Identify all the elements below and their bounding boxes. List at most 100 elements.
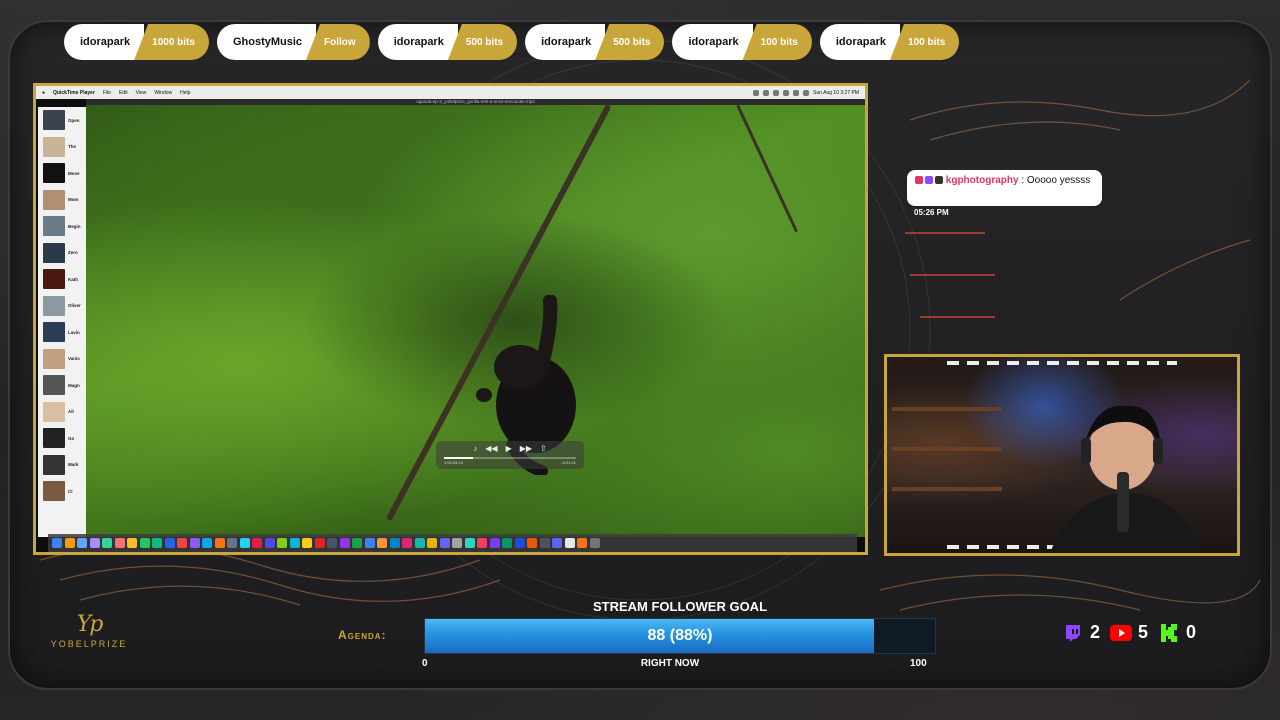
dock-app-icon[interactable] <box>339 538 350 548</box>
dock-app-icon[interactable] <box>389 538 400 548</box>
menubar-clock[interactable]: Sun Aug 10 3:27 PM <box>813 90 859 96</box>
dock-app-icon[interactable] <box>539 538 550 548</box>
sidebar-file-item[interactable]: All <box>38 399 86 426</box>
video-frame[interactable]: ♪ ◀◀ ▶ ▶▶ ⇧ 1:00:34:14 -0:01:21 <box>86 105 865 537</box>
twitch-count-value: 2 <box>1090 622 1101 642</box>
apple-icon[interactable]: ● <box>42 90 45 96</box>
dock-app-icon[interactable] <box>552 538 562 548</box>
channel-logo: Yp YOBELPRIZE <box>44 612 134 660</box>
dock-app-icon[interactable] <box>377 538 387 548</box>
dock-app-icon[interactable] <box>352 538 362 548</box>
status-icon[interactable] <box>753 89 760 96</box>
dock-app-icon[interactable] <box>164 538 175 548</box>
dock-app-icon[interactable] <box>589 538 600 548</box>
dock-app-icon[interactable] <box>364 538 375 548</box>
broadcaster-badge-icon <box>915 176 923 185</box>
event-pill: idorapark 100 bits <box>819 24 960 60</box>
file-name: Kath <box>68 276 78 282</box>
sidebar-file-item[interactable]: Kath <box>38 266 86 293</box>
dock-app-icon[interactable] <box>477 538 487 548</box>
shelf <box>892 407 1002 411</box>
dock-app-icon[interactable] <box>264 538 275 548</box>
dock-app-icon[interactable] <box>77 538 87 548</box>
play-button[interactable]: ▶ <box>506 444 512 453</box>
dock-app-icon[interactable] <box>527 538 537 548</box>
dock-app-icon[interactable] <box>502 538 512 548</box>
dock-app-icon[interactable] <box>202 538 212 548</box>
file-thumbnail <box>43 401 65 422</box>
dock-app-icon[interactable] <box>239 538 250 548</box>
status-icon[interactable] <box>793 89 800 96</box>
youtube-icon <box>1110 623 1133 643</box>
dock-app-icon[interactable] <box>427 538 437 548</box>
sidebar-file-item[interactable]: Mom <box>38 187 86 214</box>
status-icon[interactable] <box>763 89 770 96</box>
dock-app-icon[interactable] <box>489 538 500 548</box>
dock-app-icon[interactable] <box>277 538 287 548</box>
sidebar-file-item[interactable]: Open <box>38 107 86 134</box>
scrubber[interactable] <box>444 457 576 459</box>
fast-forward-button[interactable]: ▶▶ <box>520 444 532 453</box>
file-thumbnail <box>43 454 65 475</box>
playback-controls[interactable]: ♪ ◀◀ ▶ ▶▶ ⇧ 1:00:34:14 -0:01:21 <box>436 441 584 469</box>
dock-app-icon[interactable] <box>452 538 462 548</box>
file-name: Begin <box>68 223 81 229</box>
dock-app-icon[interactable] <box>564 538 575 548</box>
sidebar-file-item[interactable]: The <box>38 134 86 161</box>
logo-name: YOBELPRIZE <box>50 639 128 649</box>
dock-app-icon[interactable] <box>102 538 112 548</box>
dock-app-icon[interactable] <box>314 538 325 548</box>
menu-edit[interactable]: Edit <box>119 90 128 96</box>
dock-app-icon[interactable] <box>189 538 200 548</box>
dock-app-icon[interactable] <box>89 538 100 548</box>
status-icon[interactable] <box>803 89 810 96</box>
dock-app-icon[interactable] <box>114 538 125 548</box>
volume-icon[interactable]: ♪ <box>473 444 477 453</box>
chat-username: kgphotography <box>945 175 1019 186</box>
dock-app-icon[interactable] <box>252 538 262 548</box>
menu-help[interactable]: Help <box>180 90 190 96</box>
dock-app-icon[interactable] <box>302 538 312 548</box>
status-icon[interactable] <box>783 89 790 96</box>
kick-count: 0 <box>1158 622 1196 643</box>
dock-app-icon[interactable] <box>52 538 62 548</box>
kick-count-value: 0 <box>1186 622 1197 642</box>
dock-app-icon[interactable] <box>577 538 587 548</box>
dock-app-icon[interactable] <box>127 538 137 548</box>
sidebar-file-item[interactable]: Move <box>38 160 86 187</box>
event-type: 500 bits <box>447 24 518 60</box>
sidebar-file-item[interactable]: Mark <box>38 452 86 479</box>
menu-view[interactable]: View <box>136 90 147 96</box>
goal-title: STREAM FOLLOWER GOAL <box>592 599 768 614</box>
menu-window[interactable]: Window <box>154 90 172 96</box>
dock-app-icon[interactable] <box>139 538 150 548</box>
sidebar-file-item[interactable]: Oliver <box>38 293 86 320</box>
dock-app-icon[interactable] <box>439 538 450 548</box>
sidebar-file-item[interactable]: Lavin <box>38 319 86 346</box>
streamer <box>1050 405 1204 553</box>
sidebar-file-item[interactable]: Go <box>38 425 86 452</box>
rewind-button[interactable]: ◀◀ <box>485 444 497 453</box>
sidebar-file-item[interactable]: Magn <box>38 372 86 399</box>
dock-app-icon[interactable] <box>64 538 75 548</box>
dock-app-icon[interactable] <box>214 538 225 548</box>
file-sidebar: Open The Move Mom Begin Zero Kath Oliver Lavin Va… <box>38 107 86 537</box>
sidebar-file-item[interactable]: Begin <box>38 213 86 240</box>
dock-app-icon[interactable] <box>327 538 337 548</box>
dock-app-icon[interactable] <box>289 538 300 548</box>
dock-app-icon[interactable] <box>414 538 425 548</box>
dock-app-icon[interactable] <box>514 538 525 548</box>
dock-app-icon[interactable] <box>464 538 475 548</box>
file-name: Zero <box>68 250 78 256</box>
status-icon[interactable] <box>773 89 780 96</box>
dock-app-icon[interactable] <box>227 538 237 548</box>
dock-app-icon[interactable] <box>152 538 162 548</box>
menu-file[interactable]: File <box>103 90 111 96</box>
share-icon[interactable]: ⇧ <box>540 444 547 453</box>
dock-app-icon[interactable] <box>177 538 187 548</box>
dock-app-icon[interactable] <box>402 538 412 548</box>
sidebar-file-item[interactable]: Cl <box>38 478 86 505</box>
sidebar-file-item[interactable]: Vanis <box>38 346 86 373</box>
sidebar-file-item[interactable]: Zero <box>38 240 86 267</box>
app-menu[interactable]: QuickTime Player <box>53 90 95 96</box>
